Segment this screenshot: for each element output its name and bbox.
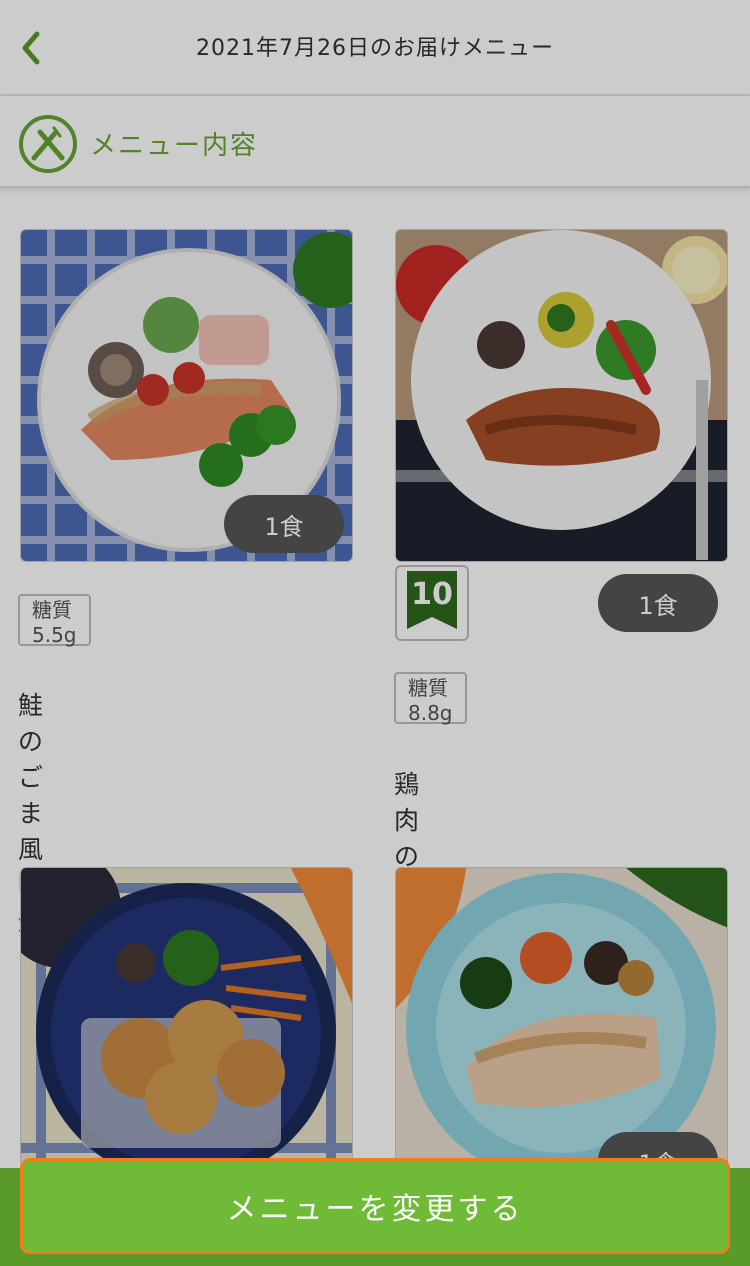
page-title: 2021年7月26日のお届けメニュー xyxy=(196,36,554,61)
carb-tag: 糖質5.5g xyxy=(18,594,91,647)
quantity-badge: 1食 xyxy=(598,574,718,632)
ranking-badge: 10 xyxy=(395,565,469,641)
dish-photo xyxy=(395,867,728,1167)
quantity-badge: 1食 xyxy=(224,495,344,553)
fork-knife-icon xyxy=(19,115,77,173)
dish-photo xyxy=(395,229,728,562)
change-menu-button[interactable]: メニューを変更する xyxy=(20,1158,730,1254)
section-header: メニュー内容 xyxy=(0,96,750,188)
header: 2021年7月26日のお届けメニュー xyxy=(0,0,750,96)
carb-tag: 糖質8.8g xyxy=(394,672,467,725)
ranking-number: 10 xyxy=(411,577,453,612)
dish-photo xyxy=(20,867,353,1167)
section-title: メニュー内容 xyxy=(90,131,259,161)
